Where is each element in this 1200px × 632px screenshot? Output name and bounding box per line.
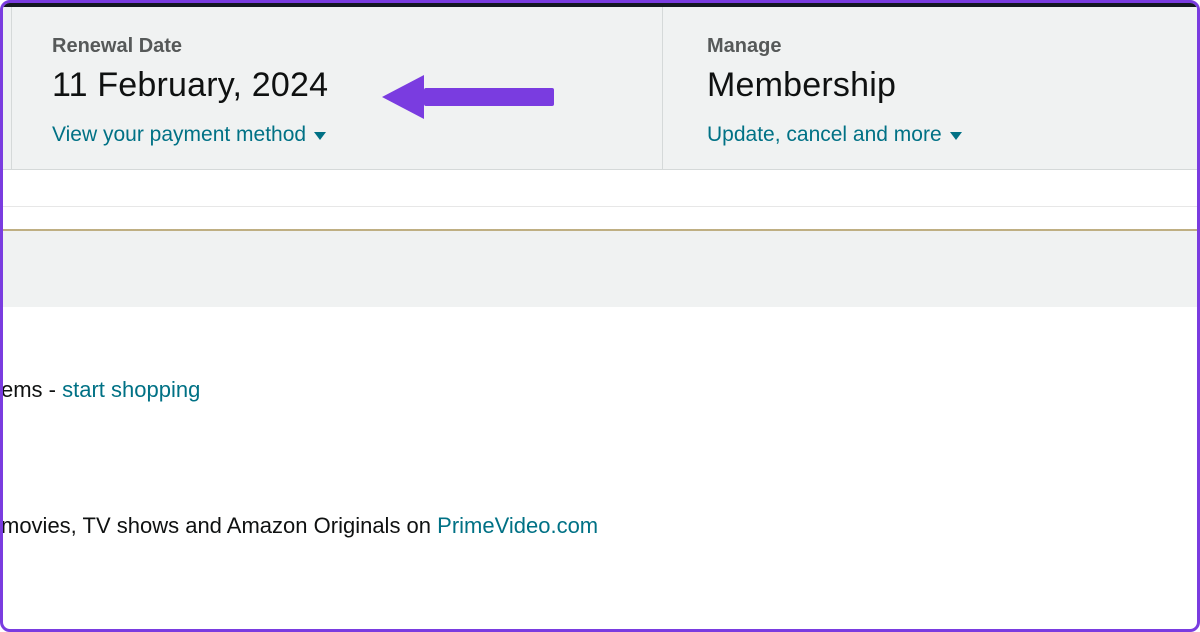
caret-down-icon xyxy=(950,132,962,140)
content-area: ems - start shopping movies, TV shows an… xyxy=(3,307,1197,539)
spacer xyxy=(3,207,1197,229)
view-payment-method-link[interactable]: View your payment method xyxy=(52,123,326,147)
manage-label: Manage xyxy=(707,35,1157,58)
accent-divider xyxy=(3,229,1197,231)
membership-summary-row: Renewal Date 11 February, 2024 View your… xyxy=(3,7,1197,170)
view-payment-method-text: View your payment method xyxy=(52,123,306,147)
prime-fragment: movies, TV shows and Amazon Originals on xyxy=(1,513,437,538)
primevideo-link[interactable]: PrimeVideo.com xyxy=(437,513,598,538)
grey-band xyxy=(3,231,1197,307)
manage-value: Membership xyxy=(707,66,1157,105)
manage-card: Manage Membership Update, cancel and mor… xyxy=(663,7,1197,169)
spacer xyxy=(3,170,1197,206)
items-fragment: ems - xyxy=(1,377,62,402)
manage-membership-text: Update, cancel and more xyxy=(707,123,942,147)
items-row: ems - start shopping xyxy=(1,377,1197,403)
prime-row: movies, TV shows and Amazon Originals on… xyxy=(1,513,1197,539)
renewal-date: 11 February, 2024 xyxy=(52,66,622,105)
app-frame: Renewal Date 11 February, 2024 View your… xyxy=(0,0,1200,632)
manage-membership-link[interactable]: Update, cancel and more xyxy=(707,123,962,147)
caret-down-icon xyxy=(314,132,326,140)
renewal-label: Renewal Date xyxy=(52,35,622,58)
start-shopping-link[interactable]: start shopping xyxy=(62,377,200,402)
renewal-card: Renewal Date 11 February, 2024 View your… xyxy=(11,7,663,169)
